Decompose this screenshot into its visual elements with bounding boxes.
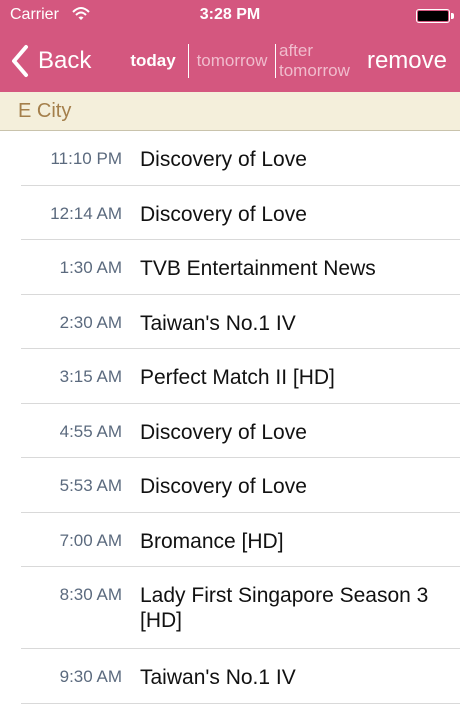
program-time: 7:00 AM bbox=[59, 531, 122, 550]
program-title: Lady First Singapore Season 3 [HD] bbox=[140, 584, 429, 632]
program-row[interactable]: 1:30 AM TVB Entertainment News bbox=[0, 240, 460, 295]
program-time: 11:10 PM bbox=[50, 149, 122, 168]
program-list[interactable]: 11:10 PM Discovery of Love 12:14 AM Disc… bbox=[0, 131, 460, 704]
program-title: Taiwan's No.1 IV bbox=[140, 666, 296, 689]
program-time: 8:30 AM bbox=[59, 585, 122, 604]
header: Carrier 3:28 PM Back today tomorrow afte… bbox=[0, 0, 460, 92]
back-label: Back bbox=[38, 47, 92, 74]
program-title: Discovery of Love bbox=[140, 475, 307, 498]
program-title: Taiwan's No.1 IV bbox=[140, 312, 296, 335]
channel-title: E City bbox=[18, 100, 72, 122]
program-row[interactable]: 2:30 AM Taiwan's No.1 IV bbox=[0, 295, 460, 349]
program-time: 2:30 AM bbox=[59, 313, 122, 332]
day-tabs: today tomorrow after tomorrow bbox=[118, 38, 364, 84]
program-row[interactable]: 3:15 AM Perfect Match II [HD] bbox=[0, 349, 460, 404]
program-row[interactable]: 5:53 AM Discovery of Love bbox=[0, 458, 460, 513]
program-time: 9:30 AM bbox=[59, 667, 122, 686]
remove-button[interactable]: remove bbox=[367, 47, 447, 75]
program-row[interactable]: 4:55 AM Discovery of Love bbox=[0, 404, 460, 458]
nav-bar: Back today tomorrow after tomorrow remov… bbox=[0, 30, 460, 92]
program-title: Discovery of Love bbox=[140, 203, 307, 226]
tab-after-tomorrow[interactable]: after tomorrow bbox=[276, 41, 364, 81]
program-time: 1:30 AM bbox=[59, 258, 122, 277]
program-time: 4:55 AM bbox=[59, 422, 122, 441]
program-title: Bromance [HD] bbox=[140, 530, 284, 553]
tab-tomorrow[interactable]: tomorrow bbox=[188, 44, 276, 78]
program-row[interactable]: 12:14 AM Discovery of Love bbox=[0, 186, 460, 240]
channel-section-header: E City bbox=[0, 92, 460, 131]
program-time: 3:15 AM bbox=[59, 367, 122, 386]
tab-today[interactable]: today bbox=[118, 51, 188, 71]
program-row[interactable]: 11:10 PM Discovery of Love bbox=[0, 131, 460, 186]
program-title: Discovery of Love bbox=[140, 421, 307, 444]
program-time: 5:53 AM bbox=[59, 476, 122, 495]
program-row[interactable]: 7:00 AM Bromance [HD] bbox=[0, 513, 460, 567]
back-button[interactable]: Back bbox=[10, 42, 91, 80]
program-time: 12:14 AM bbox=[50, 204, 122, 223]
program-title: Perfect Match II [HD] bbox=[140, 366, 335, 389]
program-title: TVB Entertainment News bbox=[140, 257, 376, 280]
battery-icon bbox=[416, 9, 454, 23]
program-row[interactable]: 9:30 AM Taiwan's No.1 IV bbox=[0, 649, 460, 704]
status-time: 3:28 PM bbox=[199, 6, 261, 23]
chevron-left-icon bbox=[12, 45, 28, 77]
program-row[interactable]: 8:30 AM Lady First Singapore Season 3 [H… bbox=[0, 567, 460, 649]
status-bar: Carrier 3:28 PM bbox=[0, 0, 460, 30]
program-title: Discovery of Love bbox=[140, 148, 307, 171]
